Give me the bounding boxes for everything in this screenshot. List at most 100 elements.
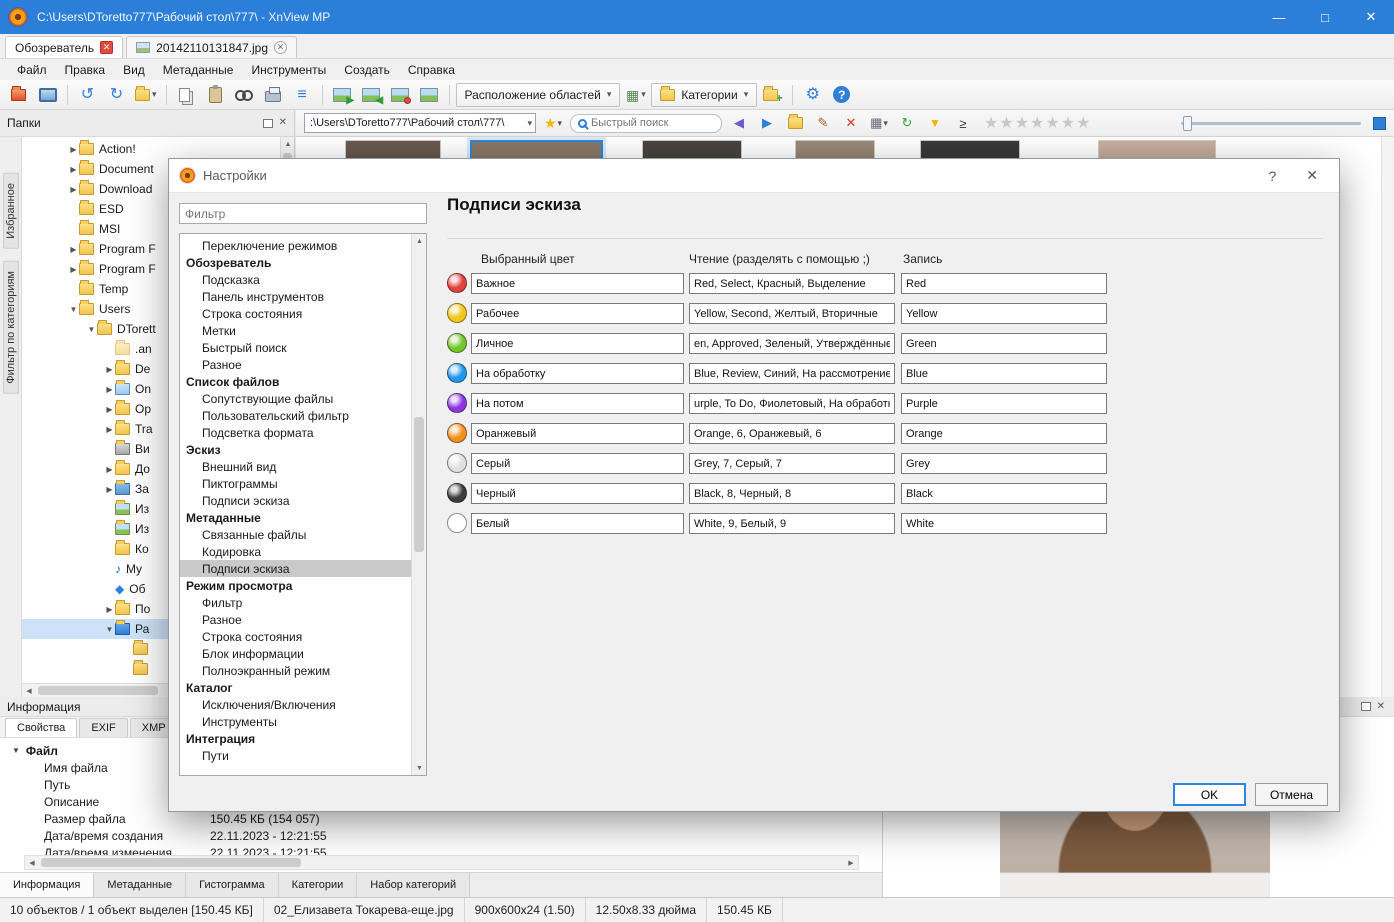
menu-item[interactable]: Создать <box>335 61 399 79</box>
blue-read-input[interactable] <box>689 363 895 384</box>
settings-button[interactable]: ⚙ <box>799 82 826 108</box>
settings-tree-item[interactable]: Исключения/Включения <box>180 696 411 713</box>
settings-tree-item[interactable]: Подсветка формата <box>180 424 411 441</box>
settings-tree-item[interactable]: Подсказка <box>180 271 411 288</box>
menu-item[interactable]: Инструменты <box>242 61 335 79</box>
expand-icon[interactable]: ▶ <box>68 185 79 194</box>
bottom-tab[interactable]: Гистограмма <box>186 873 279 897</box>
dialog-close-icon[interactable]: ✕ <box>1306 167 1318 184</box>
green-write-input[interactable] <box>901 333 1107 354</box>
settings-filter-input[interactable] <box>179 203 427 224</box>
paste-button[interactable] <box>202 82 229 108</box>
sort-button[interactable]: ≡ <box>289 82 316 108</box>
filter-button[interactable]: ▼ <box>924 112 946 134</box>
orange-write-input[interactable] <box>901 423 1107 444</box>
menu-item[interactable]: Метаданные <box>154 61 243 79</box>
sync-button[interactable]: ↻ <box>896 112 918 134</box>
settings-tree-item[interactable]: Интеграция <box>180 730 411 747</box>
settings-tree-item[interactable]: Быстрый поиск <box>180 339 411 356</box>
color-swatch-yellow[interactable] <box>447 303 467 323</box>
parent-folder-button[interactable]: ▾ <box>132 82 160 108</box>
settings-tree-item[interactable]: Фильтр <box>180 594 411 611</box>
expand-icon[interactable]: ▶ <box>104 425 115 434</box>
expand-icon[interactable]: ▶ <box>68 245 79 254</box>
color-swatch-blue[interactable] <box>447 363 467 383</box>
green-label-input[interactable] <box>471 333 684 354</box>
side-tab[interactable]: Фильтр по категориям <box>2 260 19 394</box>
dialog-help-icon[interactable]: ? <box>1268 168 1276 184</box>
side-tab[interactable]: Избранное <box>2 173 19 249</box>
layout-areas-dropdown[interactable]: Расположение областей ▾ <box>455 82 621 107</box>
expand-icon[interactable]: ▶ <box>104 365 115 374</box>
rating-star-icon[interactable]: ★ <box>984 113 998 133</box>
red-label-input[interactable] <box>471 273 684 294</box>
red-read-input[interactable] <box>689 273 895 294</box>
settings-tree-item[interactable]: Режим просмотра <box>180 577 411 594</box>
expand-icon[interactable]: ▼ <box>12 746 20 755</box>
red-write-input[interactable] <box>901 273 1107 294</box>
black-write-input[interactable] <box>901 483 1107 504</box>
color-swatch-orange[interactable] <box>447 423 467 443</box>
undock-panel-icon[interactable] <box>262 118 273 128</box>
rating-star-icon[interactable]: ★ <box>1030 113 1044 133</box>
expand-icon[interactable]: ▶ <box>68 145 79 154</box>
bottom-tab[interactable]: Набор категорий <box>357 873 471 897</box>
forward-button[interactable]: ▶ <box>756 112 778 134</box>
browser-button[interactable] <box>5 82 32 108</box>
import-button[interactable]: ▶ <box>329 82 356 108</box>
blue-write-input[interactable] <box>901 363 1107 384</box>
orange-label-input[interactable] <box>471 423 684 444</box>
settings-tree-item[interactable]: Пользовательский фильтр <box>180 407 411 424</box>
color-swatch-red[interactable] <box>447 273 467 293</box>
menu-item[interactable]: Справка <box>399 61 464 79</box>
settings-tree-item[interactable]: Разное <box>180 356 411 373</box>
settings-tree-item[interactable]: Пути <box>180 747 411 764</box>
info-horizontal-scrollbar[interactable]: ◀ ▶ <box>24 855 859 870</box>
thumbnail-size-slider[interactable] <box>1181 113 1361 133</box>
settings-tree-item[interactable]: Метаданные <box>180 509 411 526</box>
purple-read-input[interactable] <box>689 393 895 414</box>
rating-star-icon[interactable]: ★ <box>999 113 1013 133</box>
settings-tree-item[interactable]: Эскиз <box>180 441 411 458</box>
expand-icon[interactable]: ▼ <box>86 325 97 334</box>
settings-tree-item[interactable]: Кодировка <box>180 543 411 560</box>
menu-item[interactable]: Вид <box>114 61 154 79</box>
color-swatch-grey[interactable] <box>447 453 467 473</box>
black-read-input[interactable] <box>689 483 895 504</box>
settings-tree-item[interactable]: Метки <box>180 322 411 339</box>
maximize-button[interactable]: □ <box>1302 0 1348 34</box>
menu-item[interactable]: Правка <box>56 61 115 79</box>
path-combobox[interactable]: :\Users\DToretto777\Рабочий стол\777\ ▾ <box>304 113 536 133</box>
white-read-input[interactable] <box>689 513 895 534</box>
grey-label-input[interactable] <box>471 453 684 474</box>
print-button[interactable] <box>260 82 287 108</box>
viewer-button[interactable] <box>34 82 61 108</box>
settings-tree-item[interactable]: Полноэкранный режим <box>180 662 411 679</box>
undock-panel-icon[interactable] <box>1360 702 1371 711</box>
find-button[interactable] <box>231 82 258 108</box>
undo-button[interactable]: ↺ <box>74 82 101 108</box>
new-folder-button[interactable] <box>784 112 806 134</box>
white-write-input[interactable] <box>901 513 1107 534</box>
browser-vertical-scrollbar[interactable] <box>1381 137 1394 697</box>
categories-dropdown[interactable]: Категории ▾ <box>651 82 758 107</box>
slider-track[interactable] <box>1181 115 1361 131</box>
copy-button[interactable] <box>173 82 200 108</box>
color-swatch-black[interactable] <box>447 483 467 503</box>
close-panel-icon[interactable]: ✕ <box>279 118 287 128</box>
blue-label-input[interactable] <box>471 363 684 384</box>
settings-tree-item[interactable]: Строка состояния <box>180 305 411 322</box>
settings-tree-item[interactable]: Подписи эскиза <box>180 560 411 577</box>
white-label-input[interactable] <box>471 513 684 534</box>
cancel-button[interactable]: Отмена <box>1255 783 1328 806</box>
rename-button[interactable]: ✎ <box>812 112 834 134</box>
expand-icon[interactable]: ▶ <box>104 485 115 494</box>
sort-order-button[interactable]: ≥ <box>952 112 974 134</box>
bottom-tab[interactable]: Метаданные <box>94 873 187 897</box>
add-category-button[interactable]: + <box>759 82 786 108</box>
rating-star-icon[interactable]: ★ <box>1061 113 1075 133</box>
close-button[interactable]: ✕ <box>1348 0 1394 34</box>
color-swatch-white[interactable] <box>447 513 467 533</box>
settings-tree-scrollbar[interactable]: ▲ ▼ <box>411 234 426 775</box>
tab-close-icon[interactable]: ✕ <box>274 41 288 54</box>
